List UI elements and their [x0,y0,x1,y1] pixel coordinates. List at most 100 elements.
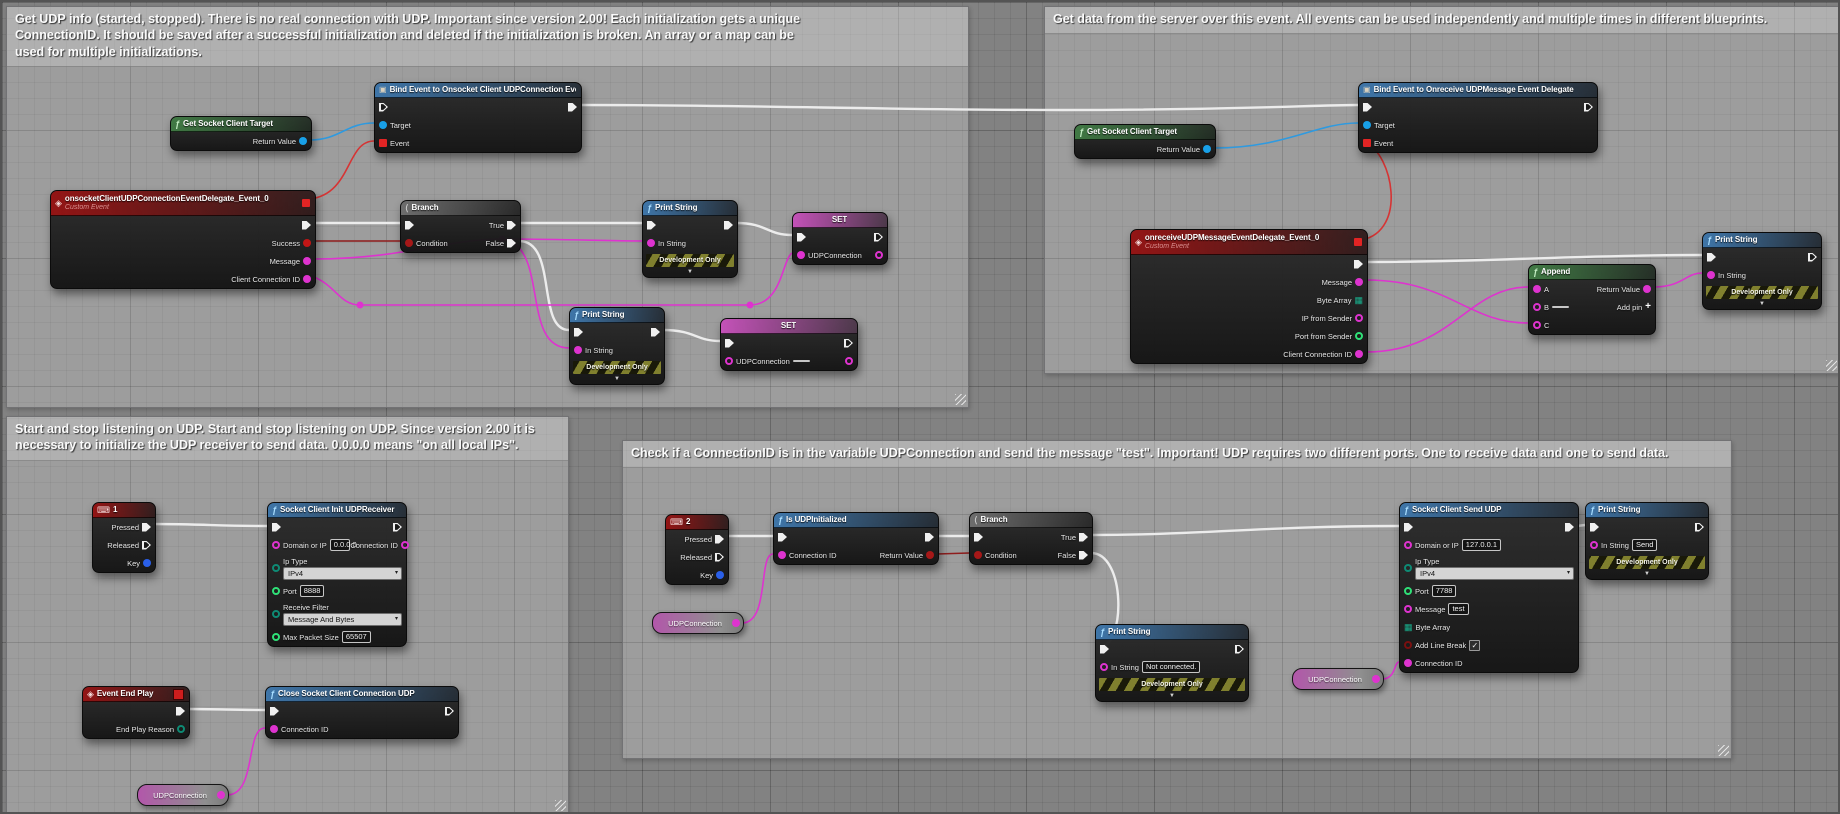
exec-pin[interactable] [1079,533,1088,542]
data-pin[interactable] [1363,121,1371,129]
data-pin[interactable] [405,239,413,247]
node-keyboard-event-1[interactable]: ⌨1PressedReleasedKey [92,502,156,573]
exec-pin[interactable] [1235,645,1244,654]
node-bind-event-onreceive-udpmessage[interactable]: ▣Bind Event to Onreceive UDPMessage Even… [1358,82,1598,153]
node-var-get-udpconnection-1[interactable]: UDPConnection [137,784,229,806]
node-header[interactable]: ƒPrint String [1096,625,1248,640]
exec-pin[interactable] [724,221,733,230]
exec-pin[interactable] [715,553,724,562]
data-pin[interactable] [845,357,853,365]
node-header[interactable]: ◈onreceiveUDPMessageEventDelegate_Event_… [1131,230,1367,255]
node-set-udpconnection-2[interactable]: SETUDPConnection [720,318,858,371]
exec-pin[interactable] [405,221,414,230]
value-field[interactable]: Not connected. [1142,661,1200,673]
data-pin[interactable] [272,564,280,572]
data-pin[interactable] [1404,564,1412,572]
exec-pin[interactable] [1565,523,1574,532]
data-pin[interactable] [926,551,934,559]
exec-pin[interactable] [778,533,787,542]
exec-pin[interactable] [445,707,454,716]
data-pin[interactable] [1404,641,1412,649]
data-pin[interactable] [875,251,883,259]
data-pin[interactable] [1100,663,1108,671]
exec-pin[interactable] [1363,103,1372,112]
delegate-pin[interactable] [302,199,310,207]
node-header[interactable]: ƒGet Socket Client Target [1075,125,1215,140]
data-pin[interactable] [647,239,655,247]
data-pin[interactable] [574,346,582,354]
dropdown[interactable]: IPv4▾ [283,567,402,580]
collapse-arrow[interactable]: ▼ [643,267,737,277]
node-header[interactable]: ƒGet Socket Client Target [171,117,311,132]
node-print-string-3[interactable]: ƒPrint StringIn StringDevelopment Only▼ [1702,232,1822,310]
node-header[interactable]: ƒPrint String [1703,233,1821,248]
node-header[interactable]: ƒPrint String [1586,503,1708,518]
delegate-pin[interactable] [1363,139,1371,147]
data-pin[interactable] [217,791,225,799]
delegate-pin[interactable] [379,139,387,147]
exec-pin[interactable] [142,523,151,532]
exec-pin[interactable] [379,103,388,112]
node-socket-client-send-udp[interactable]: ƒSocket Client Send UDPDomain or IP127.0… [1399,502,1579,673]
dropdown[interactable]: Message And Bytes▾ [283,613,402,626]
collapse-arrow[interactable]: ▼ [1586,569,1708,579]
data-pin[interactable] [974,551,982,559]
node-header[interactable]: ƒIs UDPInitialized [774,513,938,528]
exec-pin[interactable] [272,523,281,532]
array-pin[interactable]: ▦ [1354,296,1363,305]
data-pin[interactable] [1372,675,1380,683]
exec-pin[interactable] [1404,523,1413,532]
data-pin[interactable] [1590,541,1598,549]
node-header[interactable]: ▣Bind Event to Onsocket Client UDPConnec… [375,83,581,98]
exec-pin[interactable] [568,103,577,112]
data-pin[interactable] [303,257,311,265]
exec-pin[interactable] [797,233,806,242]
exec-pin[interactable] [507,221,516,230]
dropdown[interactable]: IPv4▾ [1415,567,1574,580]
node-event-end-play[interactable]: ◈Event End PlayEnd Play Reason [82,686,190,739]
node-header[interactable]: ◈onsocketClientUDPConnectionEventDelegat… [51,191,315,216]
comment-resize-handle[interactable] [555,800,566,811]
data-pin[interactable] [1533,303,1541,311]
value-field[interactable] [1552,306,1569,308]
data-pin[interactable] [1355,314,1363,322]
node-custom-event-udpmessage[interactable]: ◈onreceiveUDPMessageEventDelegate_Event_… [1130,229,1368,364]
data-pin[interactable] [303,239,311,247]
comment-resize-handle[interactable] [1826,360,1837,371]
exec-pin[interactable] [874,233,883,242]
exec-pin[interactable] [1079,551,1088,560]
value-field[interactable]: 0.0.0.0 [330,539,351,551]
data-pin[interactable] [272,610,280,618]
node-header[interactable]: SET [793,213,887,228]
exec-pin[interactable] [1354,260,1363,269]
node-socket-client-init-udpreceiver[interactable]: ƒSocket Client Init UDPReceiverDomain or… [267,502,407,647]
comment-title[interactable]: Get UDP info (started, stopped). There i… [7,7,968,67]
value-field[interactable] [793,360,810,362]
data-pin[interactable] [725,357,733,365]
node-header[interactable]: ƒSocket Client Init UDPReceiver [268,503,406,518]
value-field[interactable]: test [1448,603,1468,615]
data-pin[interactable] [1355,278,1363,286]
data-pin[interactable] [1533,285,1541,293]
data-pin[interactable] [272,633,280,641]
exec-pin[interactable] [725,339,734,348]
exec-pin[interactable] [176,707,185,716]
node-header[interactable]: ⟨Branch [970,513,1092,528]
data-pin[interactable] [1707,271,1715,279]
exec-pin[interactable] [270,707,279,716]
node-is-udpinitialized[interactable]: ƒIs UDPInitializedConnection IDReturn Va… [773,512,939,565]
value-field[interactable]: Send [1632,539,1658,551]
value-field[interactable]: 65507 [342,631,371,643]
node-custom-event-udpconnection[interactable]: ◈onsocketClientUDPConnectionEventDelegat… [50,190,316,289]
data-pin[interactable] [299,137,307,145]
node-header[interactable]: ⌨1 [93,503,155,518]
value-field[interactable]: 7788 [1432,585,1457,597]
data-pin[interactable] [778,551,786,559]
exec-pin[interactable] [507,239,516,248]
data-pin[interactable] [272,541,280,549]
exec-pin[interactable] [844,339,853,348]
exec-pin[interactable] [651,328,660,337]
node-var-get-udpconnection-3[interactable]: UDPConnection [1292,668,1384,690]
data-pin[interactable] [379,121,387,129]
comment-resize-handle[interactable] [955,394,966,405]
